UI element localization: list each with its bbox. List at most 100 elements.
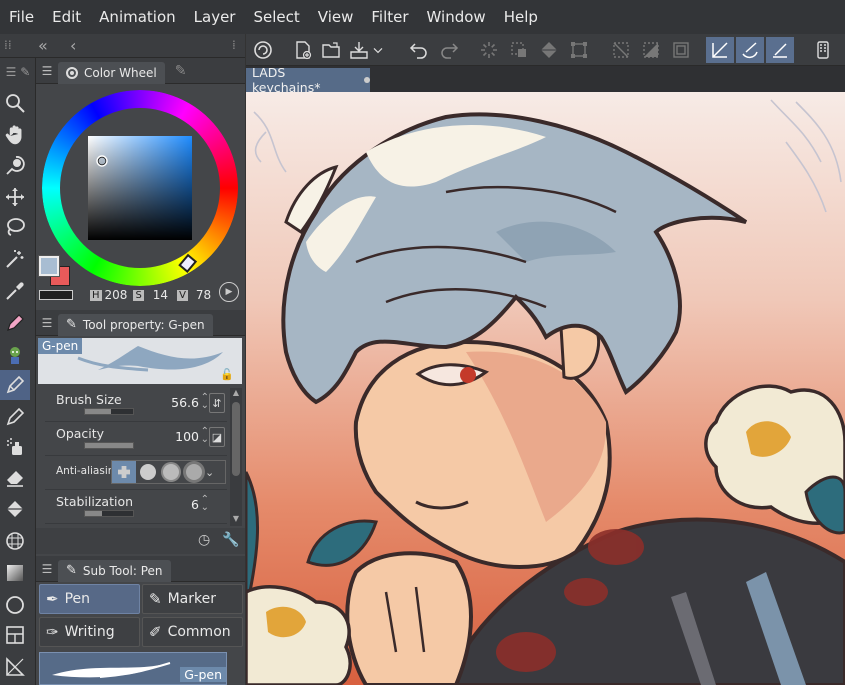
brush-size-value[interactable]: 56.6 [171, 395, 199, 410]
sub-tool-writing[interactable]: ✑ Writing [39, 617, 140, 647]
document-tab[interactable]: LADS keychains* [246, 65, 370, 95]
tool-property-scrollbar[interactable]: ▲ ▼ [230, 388, 242, 526]
spinner-icon[interactable]: ⌃ ⌄ [201, 427, 209, 445]
scroll-down-icon[interactable]: ▼ [230, 514, 242, 526]
spinner-icon[interactable]: ⌃ ⌄ [201, 393, 209, 411]
snap-grid-icon[interactable] [766, 37, 794, 63]
sub-tool-common[interactable]: ✐ Common [142, 617, 243, 647]
aa-none-icon[interactable] [112, 461, 136, 483]
menu-select[interactable]: Select [244, 0, 308, 34]
hamburger-icon[interactable]: ☰ [36, 562, 58, 576]
selection-border-icon[interactable] [668, 37, 694, 63]
menu-edit[interactable]: Edit [43, 0, 90, 34]
s-label: S [133, 289, 144, 301]
aa-medium-icon[interactable] [159, 464, 182, 480]
menu-filter[interactable]: Filter [362, 0, 417, 34]
unsaved-dot-icon[interactable] [364, 77, 370, 83]
pen-tool-icon[interactable] [0, 370, 30, 400]
chevron-down-icon[interactable]: ⌄ [205, 466, 214, 479]
open-folder-icon[interactable] [318, 37, 344, 63]
stabilization-label: Stabilization [56, 494, 134, 509]
gradient-tool-icon[interactable] [0, 558, 30, 588]
transform-icon[interactable] [566, 37, 592, 63]
stabilization-value[interactable]: 6 [191, 497, 199, 512]
tab-tool-property[interactable]: ✎ Tool property: G-pen [58, 313, 213, 336]
chevron-left-icon[interactable]: ‹ [70, 36, 76, 55]
canvas-area[interactable] [246, 92, 845, 685]
save-icon[interactable] [346, 37, 372, 63]
color-wheel[interactable] [42, 90, 238, 286]
app-window: File Edit Animation Layer Select View Fi… [0, 0, 845, 685]
ellipse-tool-icon[interactable] [0, 590, 30, 620]
hamburger-icon[interactable]: ☰ [36, 316, 58, 330]
transparent-color-swatch[interactable] [39, 290, 73, 300]
eyedropper-tool-icon[interactable] [0, 276, 30, 306]
reset-icon[interactable]: ◷ [198, 532, 210, 548]
artwork[interactable] [246, 92, 845, 685]
play-icon[interactable]: ▶ [219, 282, 239, 302]
figure-tool-icon[interactable] [0, 526, 30, 556]
opacity-value[interactable]: 100 [175, 429, 199, 444]
menu-file[interactable]: File [0, 0, 43, 34]
dynamics-toggle-icon[interactable]: ◪ [209, 427, 225, 447]
pen-tool-pink-icon[interactable] [0, 308, 30, 338]
frame-tool-icon[interactable] [0, 620, 30, 650]
magic-wand-tool-icon[interactable] [0, 244, 30, 274]
menu-view[interactable]: View [309, 0, 363, 34]
hand-tool-icon[interactable] [0, 120, 30, 150]
tab-sub-tool[interactable]: ✎ Sub Tool: Pen [58, 559, 171, 582]
lock-icon[interactable]: 🔓 [220, 368, 234, 381]
menu-help[interactable]: Help [495, 0, 547, 34]
zoom-tool-icon[interactable] [0, 88, 30, 118]
menu-window[interactable]: Window [418, 0, 495, 34]
aa-strong-icon[interactable] [182, 464, 205, 480]
main-color-swatch[interactable] [38, 255, 60, 277]
new-file-icon[interactable] [290, 37, 316, 63]
app-logo-icon[interactable] [250, 37, 276, 63]
iris [460, 367, 476, 383]
loading-icon[interactable] [476, 37, 502, 63]
snap-ruler-icon[interactable] [706, 37, 734, 63]
airbrush-tool-icon[interactable] [0, 432, 30, 462]
hamburger-icon[interactable]: ☰ [36, 64, 58, 78]
chevron-down-icon[interactable] [370, 37, 386, 63]
sub-tool-marker[interactable]: ✎ Marker [142, 584, 243, 614]
character-tool-icon[interactable] [0, 340, 30, 370]
deselect-icon[interactable] [608, 37, 634, 63]
undo-icon[interactable] [406, 37, 432, 63]
sub-tool-pen[interactable]: ✒ Pen [39, 584, 140, 614]
wrench-pen-icon: ✎ [66, 317, 77, 332]
anti-aliasing-options[interactable]: ⌄ [111, 460, 226, 484]
auto-select-tool-icon[interactable] [0, 150, 30, 180]
sub-tool-gpen-preview[interactable]: G-pen [39, 652, 227, 685]
snap-special-ruler-icon[interactable] [736, 37, 764, 63]
lasso-tool-icon[interactable] [0, 212, 30, 242]
spinner-icon[interactable]: ⌃ ⌄ [201, 495, 209, 513]
pencil-tool-icon[interactable] [0, 402, 30, 432]
brush-size-slider[interactable] [84, 408, 134, 415]
ruler-tool-icon[interactable] [0, 652, 30, 682]
scroll-thumb[interactable] [232, 402, 240, 476]
fill-tool-icon[interactable] [0, 494, 30, 524]
pressure-toggle-icon[interactable]: ⇵ [209, 393, 225, 413]
wrench-icon[interactable]: 🔧 [222, 532, 239, 548]
opacity-slider[interactable] [84, 442, 134, 449]
opacity-label: Opacity [56, 426, 105, 441]
device-icon[interactable] [810, 37, 836, 63]
redo-icon[interactable] [436, 37, 462, 63]
fill-icon[interactable] [536, 37, 562, 63]
stabilization-slider[interactable] [84, 510, 134, 517]
clear-layer-icon[interactable] [506, 37, 532, 63]
color-wheel-header: ☰ Color Wheel ✎ [36, 58, 245, 84]
aa-weak-icon[interactable] [136, 464, 159, 480]
brush-settings-icon[interactable]: ✎ [175, 63, 187, 79]
scroll-up-icon[interactable]: ▲ [230, 388, 242, 400]
menu-animation[interactable]: Animation [90, 0, 184, 34]
double-chevron-left-icon[interactable]: « [38, 36, 48, 55]
tab-color-wheel[interactable]: Color Wheel [58, 61, 165, 84]
invert-selection-icon[interactable] [638, 37, 664, 63]
move-tool-icon[interactable] [0, 182, 30, 212]
menu-layer[interactable]: Layer [185, 0, 245, 34]
tool-property-tab-label: Tool property: G-pen [82, 317, 205, 332]
eraser-tool-icon[interactable] [0, 462, 30, 492]
